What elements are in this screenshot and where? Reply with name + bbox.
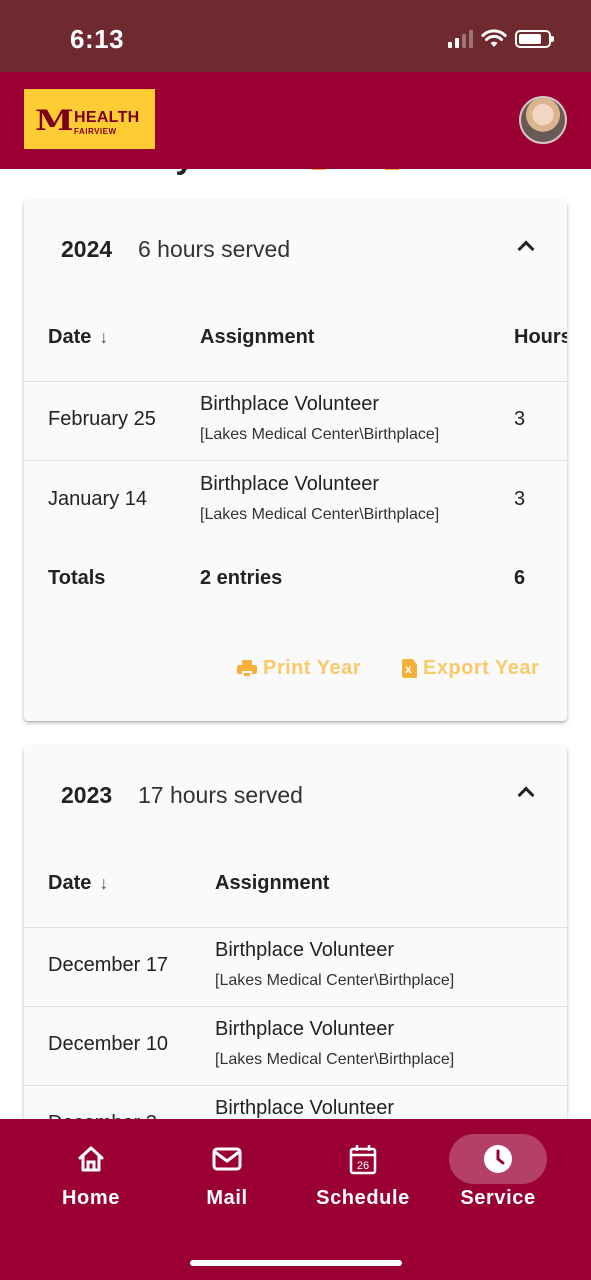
logo-subtext: FAIRVIEW: [74, 127, 117, 136]
column-date-label: Date: [48, 326, 92, 348]
export-year-label: Export Year: [423, 657, 540, 679]
bottom-nav: Home Mail 26 Schedule Service: [0, 1119, 591, 1280]
row-location: [Lakes Medical Center\Birthplace]: [215, 972, 455, 989]
divider: [24, 460, 567, 461]
row-date: February 25: [48, 408, 156, 430]
column-date-label: Date: [48, 872, 92, 894]
sort-down-icon: ↓: [99, 327, 109, 347]
logo-text: HEALTH: [74, 109, 140, 126]
calendar-day-number: 26: [357, 1160, 369, 1172]
print-year-label: Print Year: [263, 657, 362, 679]
nav-home[interactable]: Home: [26, 1119, 156, 1229]
nav-service[interactable]: Service: [433, 1119, 563, 1229]
row-assignment: Birthplace Volunteer: [215, 1097, 395, 1119]
column-header-assignment[interactable]: Assignment: [200, 326, 314, 349]
status-icons: [448, 27, 554, 51]
row-assignment: Birthplace Volunteer: [215, 939, 395, 961]
row-assignment: Birthplace Volunteer: [200, 393, 380, 415]
divider: [24, 1085, 567, 1086]
row-assignment: Birthplace Volunteer: [215, 1018, 395, 1040]
home-icon: [78, 1146, 104, 1172]
health-fairview-logo[interactable]: M HEALTH FAIRVIEW: [24, 89, 155, 149]
year-card-2024: 2024 6 hours served Date ↓ Assignment Hou…: [24, 200, 567, 721]
clock-icon: [484, 1145, 512, 1173]
wifi-icon: [481, 29, 507, 47]
totals-hours: 6: [514, 567, 526, 589]
column-header-assignment[interactable]: Assignment: [215, 872, 329, 895]
year-card-header[interactable]: 2023 17 hours served: [24, 746, 567, 842]
calendar-icon: 26: [349, 1145, 377, 1175]
hours-served: 6 hours served: [138, 236, 291, 262]
row-hours: 3: [514, 408, 526, 430]
row-location: [Lakes Medical Center\Birthplace]: [200, 426, 440, 443]
card-year: 2023: [61, 782, 113, 808]
nav-mail[interactable]: Mail: [162, 1119, 292, 1229]
nav-schedule[interactable]: 26 Schedule: [298, 1119, 428, 1229]
column-header-date[interactable]: Date ↓: [48, 872, 108, 895]
column-header-hours[interactable]: Hours: [514, 326, 567, 349]
home-indicator[interactable]: [190, 1260, 402, 1266]
card-year: 2024: [61, 236, 113, 262]
logo-mark: M: [35, 104, 74, 137]
cellular-signal-icon: [448, 30, 473, 48]
app-header: M HEALTH FAIRVIEW: [0, 72, 591, 169]
row-hours: 3: [514, 488, 526, 510]
mail-icon: [212, 1147, 242, 1171]
printer-icon: [237, 659, 257, 678]
status-bar: 6:13: [0, 0, 591, 72]
row-date: December 10: [48, 1033, 169, 1055]
year-card-2023: 2023 17 hours served Date ↓ Assignment De…: [24, 746, 567, 1166]
row-date: January 14: [48, 488, 147, 510]
nav-service-label: Service: [460, 1187, 536, 1209]
column-header-date[interactable]: Date ↓: [48, 326, 108, 349]
status-time: 6:13: [70, 24, 125, 54]
chevron-up-icon[interactable]: [517, 237, 533, 253]
divider: [24, 381, 567, 382]
nav-home-label: Home: [62, 1187, 120, 1209]
row-assignment: Birthplace Volunteer: [200, 473, 380, 495]
row-location: [Lakes Medical Center\Birthplace]: [200, 506, 440, 523]
totals-label: Totals: [48, 567, 106, 589]
divider: [24, 1006, 567, 1007]
excel-file-icon: [402, 659, 417, 678]
nav-schedule-label: Schedule: [316, 1187, 410, 1209]
hours-served: 17 hours served: [138, 782, 303, 808]
year-card-header[interactable]: 2024 6 hours served: [24, 200, 567, 296]
avatar[interactable]: [519, 96, 567, 144]
nav-mail-label: Mail: [206, 1187, 248, 1209]
battery-icon: [515, 30, 554, 48]
sort-down-icon: ↓: [99, 873, 109, 893]
print-year-button[interactable]: Print Year: [237, 657, 361, 680]
chevron-up-icon[interactable]: [517, 783, 533, 799]
row-location: [Lakes Medical Center\Birthplace]: [215, 1051, 455, 1068]
totals-entries: 2 entries: [200, 567, 283, 589]
row-date: December 17: [48, 954, 169, 976]
export-year-button[interactable]: Export Year: [402, 657, 539, 680]
divider: [24, 927, 567, 928]
